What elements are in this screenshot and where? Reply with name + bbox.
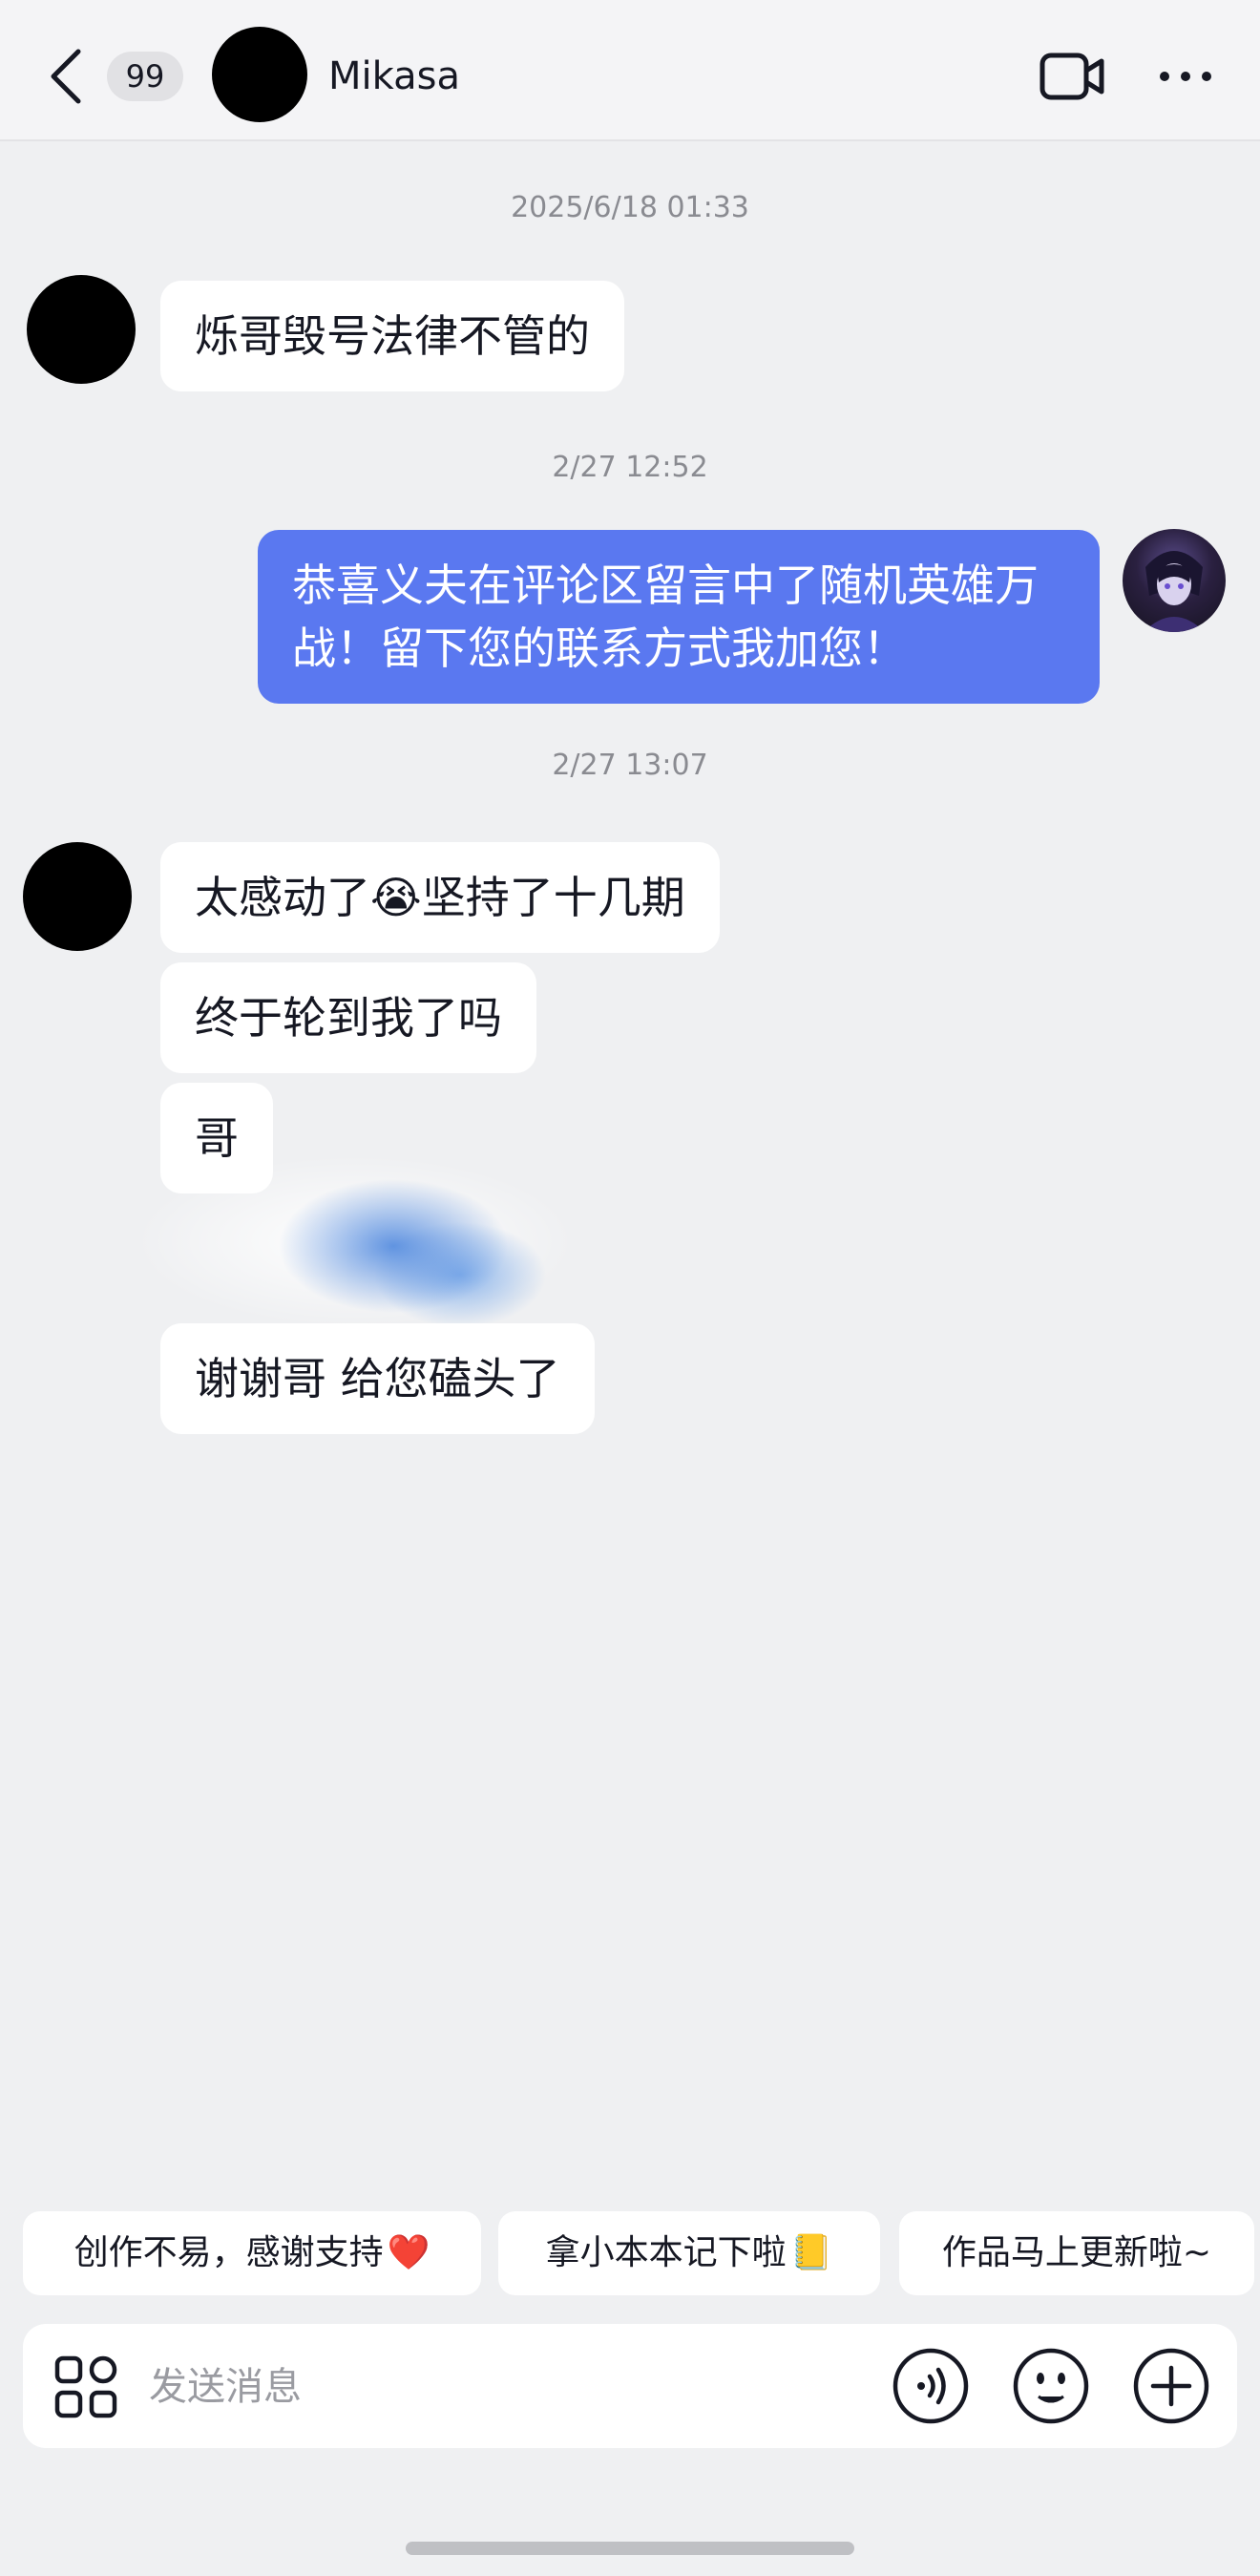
- message-timestamp: 2025/6/18 01:33: [511, 191, 749, 224]
- message-input-bar: [23, 2324, 1237, 2448]
- plus-circle-icon: [1133, 2348, 1209, 2424]
- quick-reply-chip[interactable]: 作品马上更新啦~: [899, 2211, 1254, 2295]
- video-call-button[interactable]: [1039, 50, 1107, 103]
- sender-avatar[interactable]: [23, 842, 132, 951]
- message-bubble[interactable]: 终于轮到我了吗: [160, 962, 536, 1073]
- quick-reply-text: 创作不易，感谢支持: [74, 2233, 384, 2272]
- quick-reply-chip[interactable]: 拿小本本记下啦 📒: [498, 2211, 880, 2295]
- voice-icon: [892, 2348, 969, 2424]
- crying-emoji: 😭: [370, 872, 422, 923]
- add-button[interactable]: [1132, 2347, 1210, 2425]
- emoji-face-icon: [1013, 2348, 1089, 2424]
- back-button[interactable]: [42, 46, 90, 107]
- quick-reply-chip[interactable]: 创作不易，感谢支持 ❤️: [23, 2211, 481, 2295]
- contact-avatar[interactable]: [212, 27, 307, 122]
- sender-avatar[interactable]: [27, 275, 136, 384]
- message-bubble[interactable]: 谢谢哥 给您磕头了: [160, 1323, 595, 1434]
- contact-name[interactable]: Mikasa: [328, 50, 460, 103]
- emoji-button[interactable]: [1012, 2347, 1090, 2425]
- heart-emoji: ❤️: [387, 2233, 430, 2272]
- message-text: 坚持了十几期: [421, 872, 685, 923]
- message-text: 太感动了: [195, 872, 370, 923]
- more-options-button[interactable]: [1157, 59, 1214, 94]
- my-avatar[interactable]: [1123, 529, 1226, 632]
- chevron-left-icon: [51, 49, 81, 104]
- anime-avatar-icon: [1144, 551, 1205, 632]
- apps-button[interactable]: [53, 2354, 118, 2419]
- message-timestamp: 2/27 12:52: [552, 451, 708, 484]
- redacted-message: [107, 1155, 584, 1327]
- unread-count-badge[interactable]: 99: [107, 52, 183, 101]
- my-message-bubble[interactable]: 恭喜义夫在评论区留言中了随机英雄万战！留下您的联系方式我加您！: [258, 530, 1100, 704]
- message-bubble[interactable]: 太感动了😭坚持了十几期: [160, 842, 720, 953]
- video-camera-icon: [1040, 53, 1104, 100]
- quick-reply-text: 作品马上更新啦~: [941, 2233, 1212, 2272]
- quick-reply-text: 拿小本本记下啦: [545, 2233, 787, 2272]
- notebook-emoji: 📒: [789, 2233, 833, 2272]
- message-timestamp: 2/27 13:07: [552, 749, 708, 782]
- apps-grid-icon: [54, 2355, 117, 2418]
- chat-header: 99 Mikasa: [0, 0, 1260, 141]
- voice-button[interactable]: [892, 2347, 970, 2425]
- message-bubble[interactable]: 烁哥毁号法律不管的: [160, 281, 624, 391]
- message-input[interactable]: [147, 2351, 876, 2423]
- home-indicator[interactable]: [406, 2542, 854, 2555]
- more-horizontal-icon: [1160, 72, 1211, 81]
